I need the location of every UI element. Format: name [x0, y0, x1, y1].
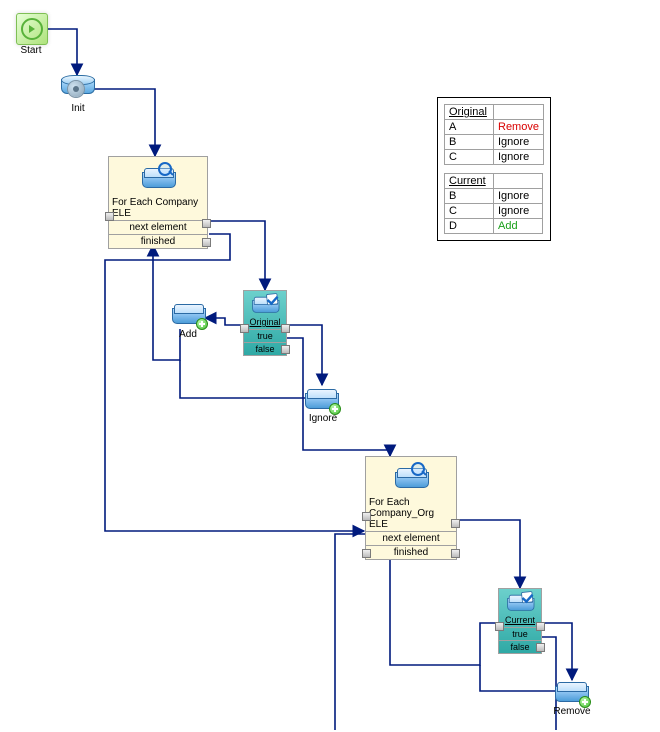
- legend-value: Remove: [494, 120, 544, 135]
- current-true: true: [499, 627, 541, 640]
- legend-row: CIgnore: [445, 150, 544, 165]
- original-port-true-l: [240, 324, 249, 333]
- current-title: Current: [499, 615, 541, 627]
- play-circle-icon: [21, 18, 43, 40]
- legend-original-title: Original: [445, 105, 494, 120]
- legend-key: D: [445, 219, 494, 234]
- legend-value: Ignore: [494, 189, 543, 204]
- current-port-true-r: [536, 622, 545, 631]
- add-label: Add: [170, 329, 206, 340]
- port-in: [105, 212, 114, 221]
- add-node[interactable]: [172, 300, 204, 326]
- current-node[interactable]: Current true false: [498, 588, 542, 654]
- original-title: Original: [244, 317, 286, 329]
- foreach-company-node[interactable]: For Each Company ELE next element finish…: [108, 156, 208, 249]
- diagram-canvas: Start Init For Each Company ELE next ele…: [0, 0, 660, 732]
- foreach-company-next: next element: [109, 220, 207, 234]
- connector-layer: [0, 0, 660, 732]
- remove-label: Remove: [548, 706, 596, 717]
- legend-key: B: [445, 135, 494, 150]
- legend-value: Ignore: [494, 135, 544, 150]
- port-finished: [202, 238, 211, 247]
- original-port-true-r: [281, 324, 290, 333]
- port-finished: [451, 549, 460, 558]
- port-in: [362, 512, 371, 521]
- port-finished-l: [362, 549, 371, 558]
- current-false: false: [499, 640, 541, 653]
- foreach-company-org-next: next element: [366, 531, 456, 545]
- original-false: false: [244, 342, 286, 355]
- legend-row: DAdd: [445, 219, 543, 234]
- files-check-icon: [252, 294, 278, 315]
- legend-current-title: Current: [445, 174, 494, 189]
- ignore-node[interactable]: [305, 385, 337, 411]
- init-node[interactable]: [61, 75, 93, 101]
- legend-key: B: [445, 189, 494, 204]
- legend-key: A: [445, 120, 494, 135]
- legend-value: Ignore: [494, 204, 543, 219]
- ignore-label: Ignore: [303, 413, 343, 424]
- legend-original-table: Original ARemoveBIgnoreCIgnore: [444, 104, 544, 165]
- legend-row: BIgnore: [445, 189, 543, 204]
- original-true: true: [244, 329, 286, 342]
- start-node[interactable]: [16, 13, 48, 45]
- init-label: Init: [58, 103, 98, 114]
- remove-node[interactable]: [555, 678, 587, 704]
- files-check-icon: [507, 592, 533, 613]
- current-port-false: [536, 643, 545, 652]
- original-node[interactable]: Original true false: [243, 290, 287, 356]
- foreach-company-org-finished: finished: [366, 545, 456, 559]
- start-label: Start: [16, 45, 46, 56]
- database-gear-icon: [61, 75, 93, 101]
- current-port-true-l: [495, 622, 504, 631]
- port-next: [202, 219, 211, 228]
- original-port-false: [281, 345, 290, 354]
- foreach-company-org-title: For Each Company_Org ELE: [366, 497, 456, 531]
- legend-value: Add: [494, 219, 543, 234]
- port-next: [451, 519, 460, 528]
- files-search-icon: [142, 164, 174, 190]
- foreach-company-title: For Each Company ELE: [109, 197, 207, 220]
- legend-row: CIgnore: [445, 204, 543, 219]
- legend-value: Ignore: [494, 150, 544, 165]
- foreach-company-org-node[interactable]: For Each Company_Org ELE next element fi…: [365, 456, 457, 560]
- foreach-company-finished: finished: [109, 234, 207, 248]
- files-search-icon: [395, 464, 427, 490]
- legend-panel: Original ARemoveBIgnoreCIgnore Current B…: [437, 97, 551, 241]
- legend-key: C: [445, 204, 494, 219]
- legend-row: BIgnore: [445, 135, 544, 150]
- legend-current-table: Current BIgnoreCIgnoreDAdd: [444, 173, 543, 234]
- legend-row: ARemove: [445, 120, 544, 135]
- legend-key: C: [445, 150, 494, 165]
